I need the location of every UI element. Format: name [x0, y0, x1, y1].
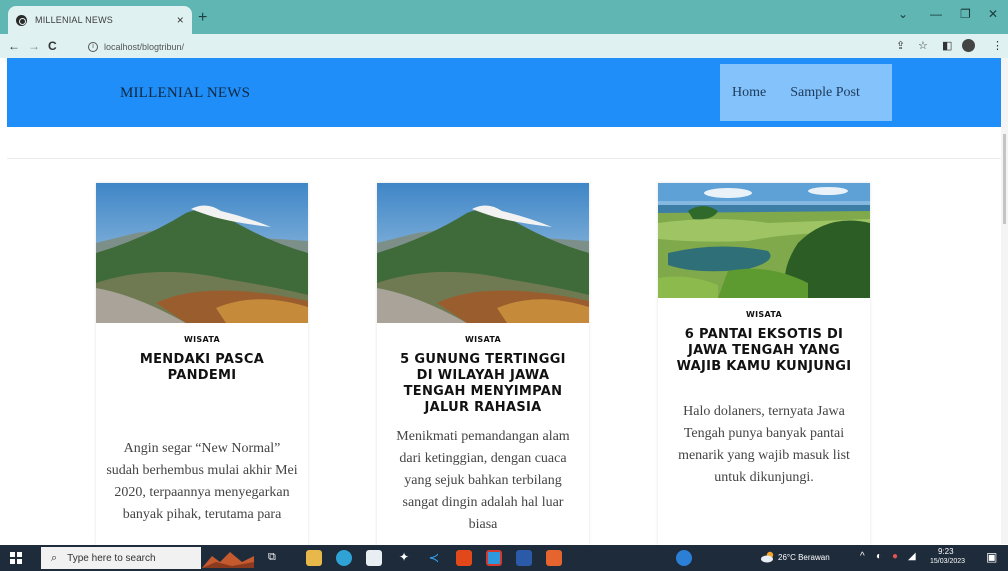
chrome-icon[interactable] [486, 550, 502, 566]
dropbox-icon[interactable]: ✦ [396, 550, 412, 566]
post-image-mountain[interactable] [377, 183, 589, 323]
post-image-beach[interactable] [658, 183, 870, 298]
post-image-mountain[interactable] [96, 183, 308, 323]
nav-home-link[interactable]: Home [732, 85, 766, 101]
search-highlight-art[interactable] [202, 548, 254, 568]
edge-icon[interactable] [336, 550, 352, 566]
reload-icon[interactable]: C [48, 39, 57, 53]
page-scrollbar[interactable] [1001, 58, 1008, 544]
post-title[interactable]: 5 GUNUNG TERTINGGI DI WILAYAH JAWA TENGA… [391, 352, 575, 416]
browser-tab-strip: MILLENIAL NEWS × + ⌄ — ❐ ✕ [0, 0, 1008, 34]
globe-icon [16, 14, 27, 26]
menu-kebab-icon[interactable]: ⋮ [992, 39, 1003, 52]
post-excerpt: Menikmati pemandangan alam dari ketinggi… [396, 429, 570, 532]
taskbar-search-placeholder: Type here to search [67, 552, 156, 564]
xampp-icon[interactable] [546, 550, 562, 566]
windows-taskbar: ⌕ Type here to search ⧉ ✦ ≺ 26°C Berawan… [0, 545, 1008, 571]
post-category[interactable]: WISATA [377, 335, 589, 344]
tab-search-icon[interactable]: ⌄ [898, 7, 908, 21]
scrollbar-thumb[interactable] [1003, 134, 1006, 224]
volume-icon[interactable]: ◢ [908, 551, 916, 562]
site-brand[interactable]: MILLENIAL NEWS [120, 85, 250, 102]
post-category[interactable]: WISATA [96, 335, 308, 344]
help-icon[interactable] [676, 550, 692, 566]
post-excerpt: Halo dolaners, ternyata Jawa Tengah puny… [678, 404, 850, 485]
bookmark-star-icon[interactable]: ☆ [918, 39, 928, 52]
search-icon: ⌕ [51, 551, 58, 564]
file-explorer-icon[interactable] [306, 550, 322, 566]
nav-sample-post-link[interactable]: Sample Post [790, 85, 860, 101]
task-view-icon[interactable]: ⧉ [268, 551, 276, 564]
word-icon[interactable] [516, 550, 532, 566]
weather-cloud-icon[interactable] [761, 551, 775, 563]
info-icon[interactable]: i [88, 41, 98, 52]
sidebar-icon[interactable]: ◧ [942, 39, 952, 52]
clock-time[interactable]: 9:23 [938, 547, 954, 556]
vscode-icon[interactable]: ≺ [426, 550, 442, 566]
mail-icon[interactable] [366, 550, 382, 566]
close-window-icon[interactable]: ✕ [988, 7, 998, 21]
browser-tab[interactable]: MILLENIAL NEWS × [8, 6, 192, 34]
post-title[interactable]: MENDAKI PASCA PANDEMI [136, 352, 268, 384]
address-bar-row: ← → C i localhost/blogtribun/ ⇪ ☆ ◧ ⋮ [0, 34, 1008, 58]
profile-avatar[interactable] [962, 39, 975, 52]
main-nav: Home Sample Post [720, 64, 892, 121]
taskbar-search-box[interactable]: ⌕ Type here to search [41, 547, 201, 569]
minimize-icon[interactable]: — [930, 7, 942, 21]
forward-icon[interactable]: → [28, 39, 40, 53]
header-divider [7, 158, 1001, 159]
post-category[interactable]: WISATA [658, 310, 870, 319]
post-card[interactable]: WISATA 5 GUNUNG TERTINGGI DI WILAYAH JAW… [377, 183, 589, 545]
antivirus-icon[interactable]: ● [892, 551, 898, 562]
site-header: MILLENIAL NEWS Home Sample Post [7, 58, 1001, 127]
back-icon[interactable]: ← [8, 39, 20, 53]
tray-chevron-icon[interactable]: ^ [860, 551, 865, 562]
url-field[interactable]: i localhost/blogtribun/ [88, 38, 878, 55]
clock-date[interactable]: 15/03/2023 [930, 558, 965, 565]
network-icon[interactable]: ◐ [876, 551, 882, 562]
tab-title: MILLENIAL NEWS [35, 15, 113, 25]
tab-close-icon[interactable]: × [177, 13, 184, 27]
post-excerpt: Angin segar “New Normal” sudah berhembus… [106, 441, 298, 522]
weather-text[interactable]: 26°C Berawan [778, 553, 830, 562]
notification-icon[interactable]: ▣ [986, 550, 997, 564]
office-icon[interactable] [456, 550, 472, 566]
post-title[interactable]: 6 PANTAI EKSOTIS DI JAWA TENGAH YANG WAJ… [672, 327, 856, 375]
share-icon[interactable]: ⇪ [896, 39, 905, 52]
new-tab-button[interactable]: + [198, 9, 207, 27]
url-text: localhost/blogtribun/ [104, 41, 185, 52]
windows-start-icon[interactable] [10, 552, 22, 564]
restore-icon[interactable]: ❐ [960, 7, 971, 21]
post-card[interactable]: WISATA MENDAKI PASCA PANDEMI Angin segar… [96, 183, 308, 545]
post-card[interactable]: WISATA 6 PANTAI EKSOTIS DI JAWA TENGAH Y… [658, 183, 870, 545]
